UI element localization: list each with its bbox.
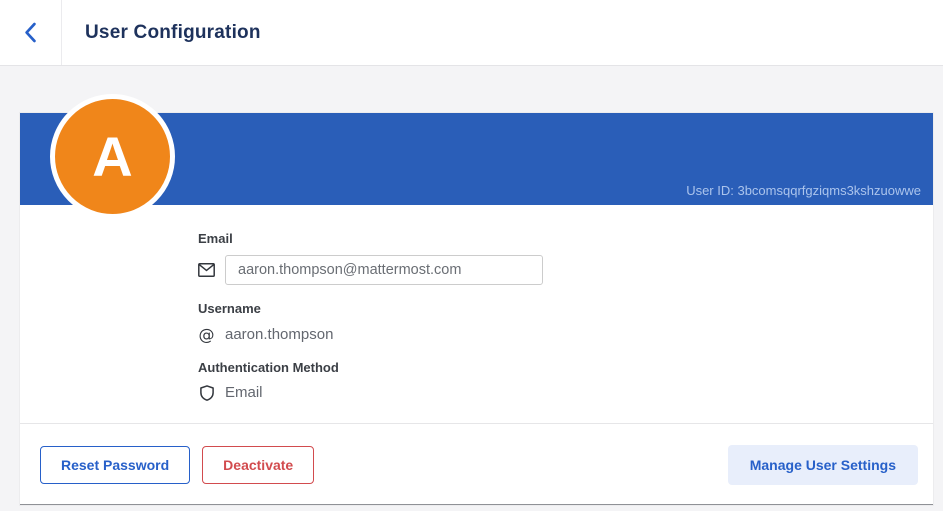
email-label: Email [198,231,913,246]
avatar-letter: A [92,124,132,189]
user-id-text: User ID: 3bcomsqqrfgziqms3kshzuowwe [686,183,921,198]
username-field-group: Username @ aaron.thompson [198,301,913,344]
auth-method-label: Authentication Method [198,360,913,375]
at-sign-icon: @ [198,325,215,344]
header: User Configuration [0,0,943,66]
manage-user-settings-button[interactable]: Manage User Settings [728,445,918,485]
card-footer: Reset Password Deactivate Manage User Se… [20,423,933,504]
page-title: User Configuration [85,22,261,44]
auth-method-field-group: Authentication Method Email [198,360,913,401]
deactivate-button[interactable]: Deactivate [202,446,314,484]
auth-method-value: Email [225,384,263,401]
username-value: aaron.thompson [225,326,333,343]
avatar: A [50,94,175,219]
shield-icon [198,385,215,401]
username-label: Username [198,301,913,316]
envelope-icon [198,263,215,277]
chevron-left-icon [24,22,37,43]
profile-details: Email Username @ aaron.thompson Authenti… [20,205,933,423]
back-button[interactable] [0,0,62,65]
email-field-group: Email [198,231,913,285]
reset-password-button[interactable]: Reset Password [40,446,190,484]
email-input[interactable] [225,255,543,285]
